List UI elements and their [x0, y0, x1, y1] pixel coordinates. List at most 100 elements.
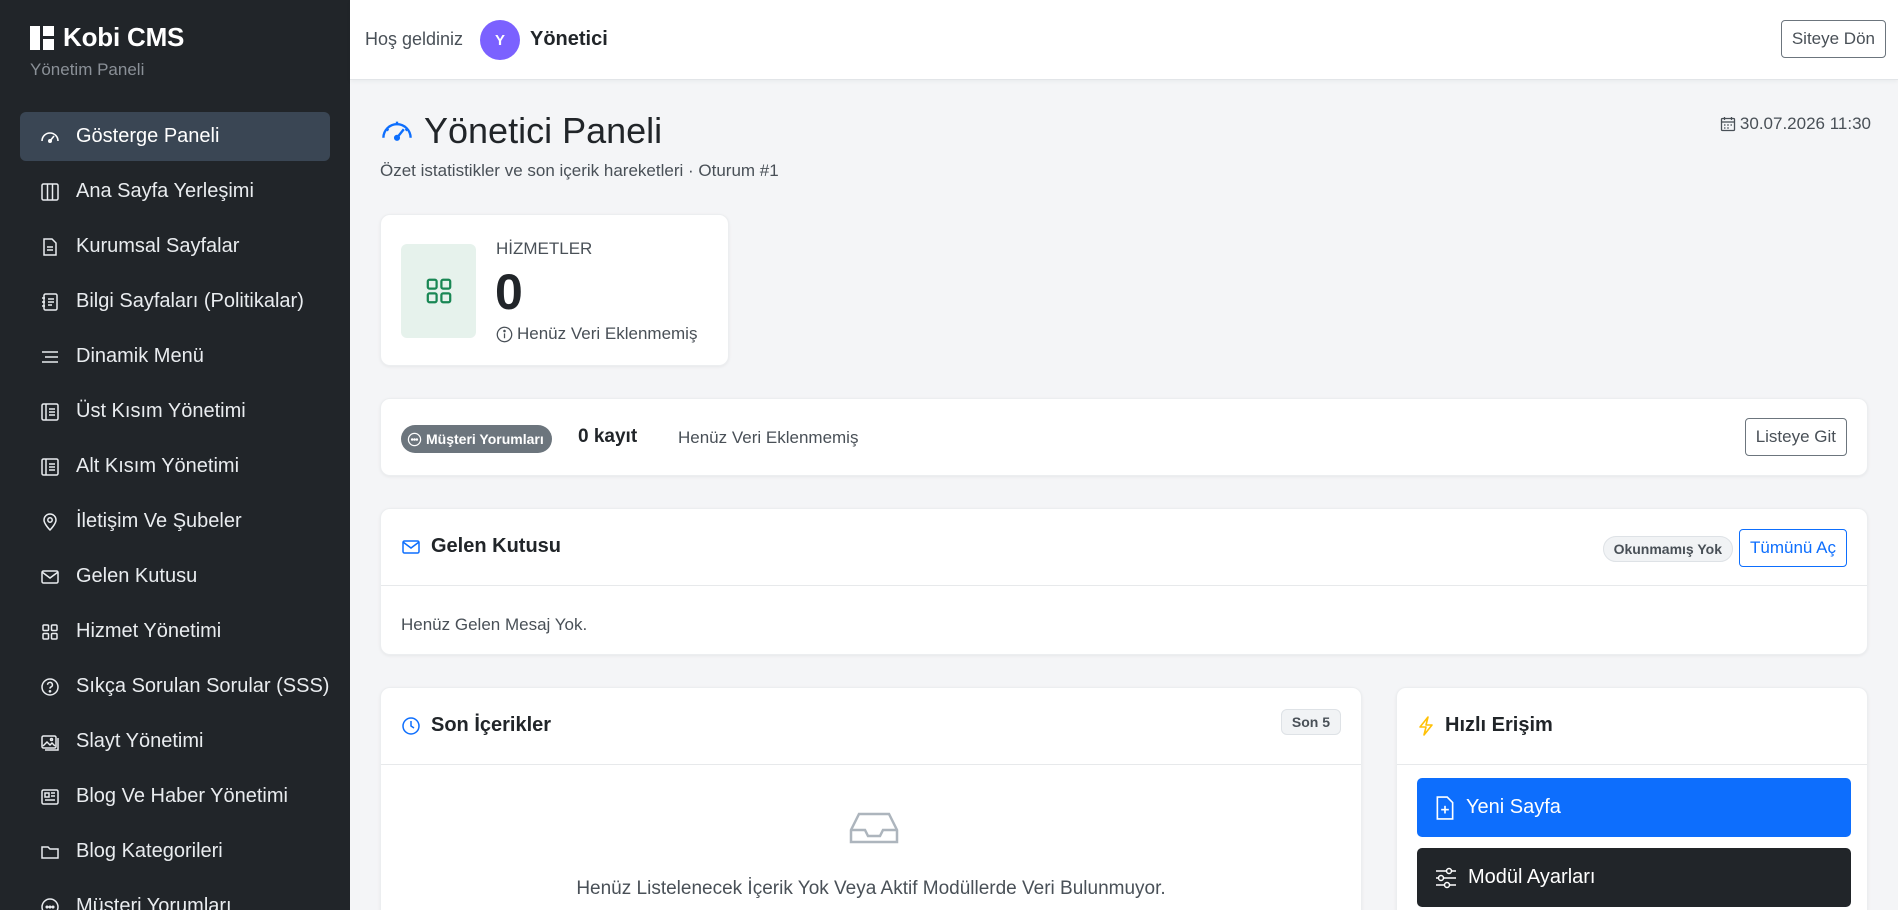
module-settings-label: Modül Ayarları — [1468, 866, 1596, 888]
page-date: 30.07.2026 11:30 — [1720, 114, 1871, 134]
sidebar-item-dashboard[interactable]: Gösterge Paneli — [20, 112, 330, 161]
sidebar: Kobi CMS Yönetim Paneli Gösterge Paneli … — [0, 0, 350, 910]
sidebar-item-label: Gösterge Paneli — [76, 125, 220, 147]
sidebar-item-label: Alt Kısım Yönetimi — [76, 455, 240, 477]
open-all-button[interactable]: Tümünü Aç — [1739, 529, 1847, 567]
inbox-card: Gelen Kutusu Okunmamış Yok Tümünü Aç Hen… — [380, 508, 1868, 655]
brand-logo-icon — [29, 25, 55, 51]
brand-subtitle: Yönetim Paneli — [30, 60, 145, 79]
page-heading: Yönetici Paneli — [424, 110, 663, 151]
sidebar-item-contact-branches[interactable]: İletişim Ve Şubeler — [20, 497, 330, 546]
go-to-list-button[interactable]: Listeye Git — [1744, 418, 1847, 456]
testimonials-note: Henüz Veri Eklenmemiş — [678, 428, 859, 447]
sidebar-item-info-pages[interactable]: Bilgi Sayfaları (Politikalar) — [20, 277, 330, 326]
recent-empty-message: Henüz Listelenecek İçerik Yok Veya Aktif… — [576, 878, 1166, 899]
info-circle-icon — [496, 326, 513, 343]
stat-note: Henüz Veri Eklenmemiş — [496, 324, 697, 344]
page-title: Yönetici Paneli — [380, 110, 662, 152]
sidebar-item-faq[interactable]: Sıkça Sorulan Sorular (SSS) — [20, 662, 330, 711]
sidebar-item-header-management[interactable]: Üst Kısım Yönetimi — [20, 387, 330, 436]
brand[interactable]: Kobi CMS — [29, 22, 184, 53]
new-page-label: Yeni Sayfa — [1466, 796, 1561, 818]
layout-list-icon — [39, 401, 61, 423]
envelope-icon — [39, 566, 61, 588]
sidebar-item-services[interactable]: Hizmet Yönetimi — [20, 607, 330, 656]
unread-badge: Okunmamış Yok — [1602, 536, 1733, 562]
lightning-icon — [1417, 715, 1435, 736]
file-plus-icon — [1434, 795, 1456, 820]
clock-icon — [401, 716, 421, 736]
location-pin-icon — [39, 511, 61, 533]
calendar-icon — [1720, 116, 1736, 132]
recent-card-header: Son İçerikler Son 5 — [381, 688, 1361, 765]
quick-title: Hızlı Erişim — [1417, 714, 1553, 737]
sidebar-item-label: Blog Ve Haber Yönetimi — [76, 785, 288, 807]
module-settings-button[interactable]: Modül Ayarları — [1417, 848, 1851, 907]
grid-icon — [39, 621, 61, 643]
speedometer-icon — [380, 114, 414, 148]
journal-text-icon — [39, 291, 61, 313]
sidebar-item-inbox[interactable]: Gelen Kutusu — [20, 552, 330, 601]
speedometer-icon — [39, 126, 61, 148]
sidebar-item-label: Hizmet Yönetimi — [76, 620, 222, 642]
sidebar-item-label: Üst Kısım Yönetimi — [76, 400, 246, 422]
sidebar-item-homepage-layout[interactable]: Ana Sayfa Yerleşimi — [20, 167, 330, 216]
layout-list-icon — [39, 456, 61, 478]
brand-title: Kobi CMS — [63, 22, 185, 52]
inbox-title: Gelen Kutusu — [401, 535, 561, 558]
avatar[interactable]: Y — [480, 20, 520, 60]
sidebar-nav: Gösterge Paneli Ana Sayfa Yerleşimi Kuru… — [20, 112, 330, 910]
page-subtitle: Özet istatistikler ve son içerik hareket… — [380, 161, 779, 180]
sidebar-item-label: Bilgi Sayfaları (Politikalar) — [76, 290, 304, 312]
stat-label: HİZMETLER — [496, 239, 593, 258]
inbox-tray-icon — [849, 810, 899, 846]
newspaper-icon — [39, 786, 61, 808]
text-lines-icon — [39, 346, 61, 368]
services-stat-card[interactable]: HİZMETLER 0 Henüz Veri Eklenmemiş — [380, 214, 729, 366]
quick-title-text: Hızlı Erişim — [1445, 714, 1553, 736]
sidebar-item-label: İletişim Ve Şubeler — [76, 510, 242, 532]
sidebar-item-label: Gelen Kutusu — [76, 565, 198, 587]
recent-content-card: Son İçerikler Son 5 Henüz Listelenecek İ… — [380, 687, 1362, 910]
grid-icon — [401, 244, 476, 338]
chat-icon — [39, 896, 61, 910]
testimonials-count: 0 kayıt — [578, 426, 638, 447]
folder-icon — [39, 841, 61, 863]
quick-access-card: Hızlı Erişim Yeni Sayfa Modül Ayarları — [1396, 687, 1868, 910]
main-content: Yönetici Paneli Özet istatistikler ve so… — [350, 80, 1898, 910]
inbox-empty-message: Henüz Gelen Mesaj Yok. — [401, 615, 588, 634]
sidebar-item-testimonials[interactable]: Müşteri Yorumları — [20, 882, 330, 910]
sidebar-item-blog-news[interactable]: Blog Ve Haber Yönetimi — [20, 772, 330, 821]
layout-columns-icon — [39, 181, 61, 203]
stat-note-text: Henüz Veri Eklenmemiş — [517, 324, 698, 343]
sidebar-item-label: Müşteri Yorumları — [76, 895, 232, 910]
question-circle-icon — [39, 676, 61, 698]
sidebar-item-label: Dinamik Menü — [76, 345, 204, 367]
envelope-icon — [401, 537, 421, 557]
testimonials-badge-text: Müşteri Yorumları — [426, 431, 544, 447]
testimonials-badge: Müşteri Yorumları — [401, 425, 552, 453]
inbox-card-header: Gelen Kutusu Okunmamış Yok Tümünü Aç — [381, 509, 1867, 586]
chat-icon — [407, 432, 422, 447]
sidebar-item-label: Ana Sayfa Yerleşimi — [76, 180, 254, 202]
user-name[interactable]: Yönetici — [530, 28, 608, 51]
sidebar-item-slides[interactable]: Slayt Yönetimi — [20, 717, 330, 766]
sidebar-item-corporate-pages[interactable]: Kurumsal Sayfalar — [20, 222, 330, 271]
sidebar-item-dynamic-menu[interactable]: Dinamik Menü — [20, 332, 330, 381]
date-text: 30.07.2026 11:30 — [1739, 114, 1871, 133]
testimonials-summary-card: Müşteri Yorumları 0 kayıt Henüz Veri Ekl… — [380, 398, 1868, 476]
sidebar-item-label: Sıkça Sorulan Sorular (SSS) — [76, 675, 330, 697]
recent-title-text: Son İçerikler — [431, 714, 552, 736]
sidebar-item-blog-categories[interactable]: Blog Kategorileri — [20, 827, 330, 876]
sidebar-item-label: Kurumsal Sayfalar — [76, 235, 240, 257]
sidebar-item-label: Blog Kategorileri — [76, 840, 223, 862]
back-to-site-button[interactable]: Siteye Dön — [1780, 20, 1886, 58]
inbox-title-text: Gelen Kutusu — [431, 535, 562, 557]
new-page-button[interactable]: Yeni Sayfa — [1417, 778, 1851, 837]
images-icon — [39, 731, 61, 753]
stat-value: 0 — [495, 264, 523, 320]
last-5-badge: Son 5 — [1280, 709, 1341, 735]
sliders-icon — [1434, 867, 1458, 889]
sidebar-item-footer-management[interactable]: Alt Kısım Yönetimi — [20, 442, 330, 491]
quick-card-header: Hızlı Erişim — [1397, 688, 1867, 765]
